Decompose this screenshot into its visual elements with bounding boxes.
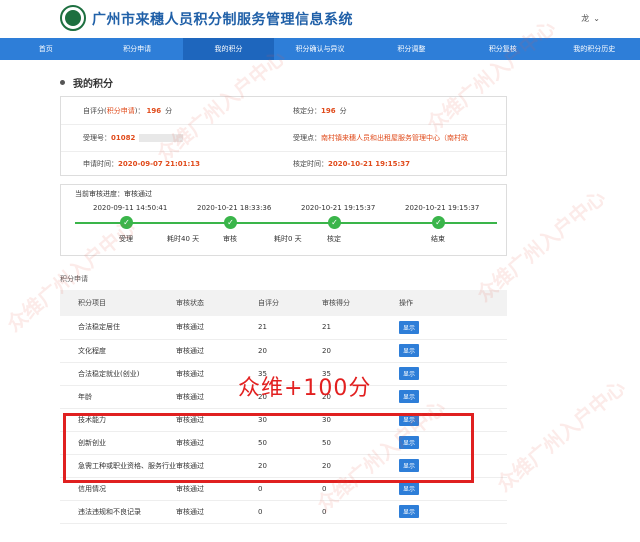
verified-score-value: 196	[321, 107, 336, 115]
show-button[interactable]: 显示	[399, 320, 420, 334]
nav-item-confirm[interactable]: 积分确认与异议	[274, 38, 365, 60]
step-duration: 耗时0 天	[274, 235, 302, 243]
self-score-row: 自评分(积分申请)： 196 分	[83, 107, 173, 115]
self-score-cell: 0	[258, 500, 322, 524]
system-title: 广州市来穗人员积分制服务管理信息系统	[92, 12, 353, 28]
page: 广州市来穗人员积分制服务管理信息系统 龙 ⌄ 首页 积分申请 我的积分 积分确认…	[0, 0, 640, 542]
show-button[interactable]: 显示	[399, 390, 420, 403]
review-score-cell: 20	[322, 339, 399, 363]
table-row: 违法违规和不良记录 审核通过 0 0 显示	[60, 500, 507, 524]
header: 广州市来穗人员积分制服务管理信息系统 龙 ⌄	[0, 0, 640, 38]
check-icon: ✓	[328, 216, 341, 229]
nav-item-apply[interactable]: 积分申请	[91, 38, 182, 60]
highlight-box	[63, 413, 474, 483]
nav-item-history[interactable]: 我的积分历史	[549, 38, 640, 60]
nav-item-home[interactable]: 首页	[0, 38, 91, 60]
step-label: 核定	[327, 235, 341, 243]
office-value: 南村镇来穗人员和出租屋服务管理中心（南村政	[321, 134, 468, 142]
points-table: 积分项目 审核状态 自评分 审核得分 操作 合法稳定居住 审核通过 21 21 …	[60, 290, 507, 524]
verify-time-value: 2020-10-21 19:15:37	[328, 160, 411, 168]
score-info-panel: 自评分(积分申请)： 196 分 核定分： 196 分 受理号： 01082 受…	[60, 96, 507, 176]
office-row: 受理点： 南村镇来穗人员和出租屋服务管理中心（南村政	[293, 134, 468, 142]
check-icon: ✓	[120, 216, 133, 229]
step-date: 2020-10-21 19:15:37	[301, 204, 376, 212]
nav-item-my-points[interactable]: 我的积分	[182, 38, 275, 60]
step-label: 审核	[223, 235, 237, 243]
bullet-icon	[60, 80, 65, 85]
self-score-value: 196	[146, 107, 162, 115]
table-row: 合法稳定居住 审核通过 21 21 显示	[60, 316, 507, 340]
user-name: 龙	[581, 14, 590, 23]
step-label: 结束	[431, 235, 445, 243]
step-duration: 耗时40 天	[167, 235, 200, 243]
check-icon: ✓	[224, 216, 237, 229]
chevron-down-icon: ⌄	[593, 14, 600, 23]
column-header: 审核得分	[322, 290, 399, 316]
verify-time-row: 核定时间： 2020-10-21 19:15:37	[293, 160, 411, 168]
apply-time-value: 2020-09-07 21:01:13	[118, 160, 201, 168]
item-cell: 年龄	[60, 385, 176, 409]
column-header: 审核状态	[176, 290, 258, 316]
show-button[interactable]: 显示	[399, 367, 420, 380]
main-nav: 首页 积分申请 我的积分 积分确认与异议 积分调整 积分复核 我的积分历史	[0, 38, 640, 60]
watermark: 众维广州入户中心	[491, 375, 630, 497]
item-cell: 合法稳定就业(创业)	[60, 362, 176, 386]
review-score-cell: 21	[322, 316, 399, 340]
nav-item-review[interactable]: 积分复核	[457, 38, 548, 60]
item-cell: 合法稳定居住	[60, 316, 176, 340]
check-icon: ✓	[432, 216, 445, 229]
show-button[interactable]: 显示	[399, 344, 420, 357]
column-header: 积分项目	[60, 290, 176, 316]
section-title: 我的积分	[60, 75, 113, 90]
section-title-text: 我的积分	[73, 79, 113, 90]
step-date: 2020-09-11 14:50:41	[93, 204, 168, 212]
table-header-row: 积分项目 审核状态 自评分 审核得分 操作	[60, 290, 507, 316]
verified-score-row: 核定分： 196 分	[293, 107, 347, 115]
column-header: 自评分	[258, 290, 322, 316]
status-cell: 审核通过	[176, 316, 258, 340]
progress-status: 当前审核进度：审核通过	[75, 190, 152, 198]
status-cell: 审核通过	[176, 339, 258, 363]
self-score-cell: 21	[258, 316, 322, 340]
review-progress-panel: 当前审核进度：审核通过 2020-09-11 14:50:41 2020-10-…	[60, 184, 507, 256]
show-button[interactable]: 显示	[399, 505, 420, 518]
step-date: 2020-10-21 19:15:37	[405, 204, 480, 212]
step-date: 2020-10-21 18:33:36	[197, 204, 272, 212]
user-menu[interactable]: 龙 ⌄	[581, 13, 600, 24]
step-label: 受理	[119, 235, 133, 243]
table-row: 文化程度 审核通过 20 20 显示	[60, 339, 507, 363]
show-button[interactable]: 显示	[399, 482, 420, 495]
review-score-cell: 0	[322, 500, 399, 524]
column-header: 操作	[399, 290, 507, 316]
table-title: 积分申请	[60, 275, 88, 283]
item-cell: 违法违规和不良记录	[60, 500, 176, 524]
self-score-cell: 20	[258, 339, 322, 363]
apply-time-row: 申请时间： 2020-09-07 21:01:13	[83, 160, 201, 168]
item-cell: 文化程度	[60, 339, 176, 363]
emblem-icon	[60, 5, 86, 31]
redacted-block	[139, 134, 184, 142]
receipt-number: 01082	[111, 134, 136, 142]
receipt-row: 受理号： 01082	[83, 128, 184, 148]
annotation-text: 众维+100分	[238, 376, 372, 401]
status-cell: 审核通过	[176, 500, 258, 524]
nav-item-adjust[interactable]: 积分调整	[366, 38, 457, 60]
